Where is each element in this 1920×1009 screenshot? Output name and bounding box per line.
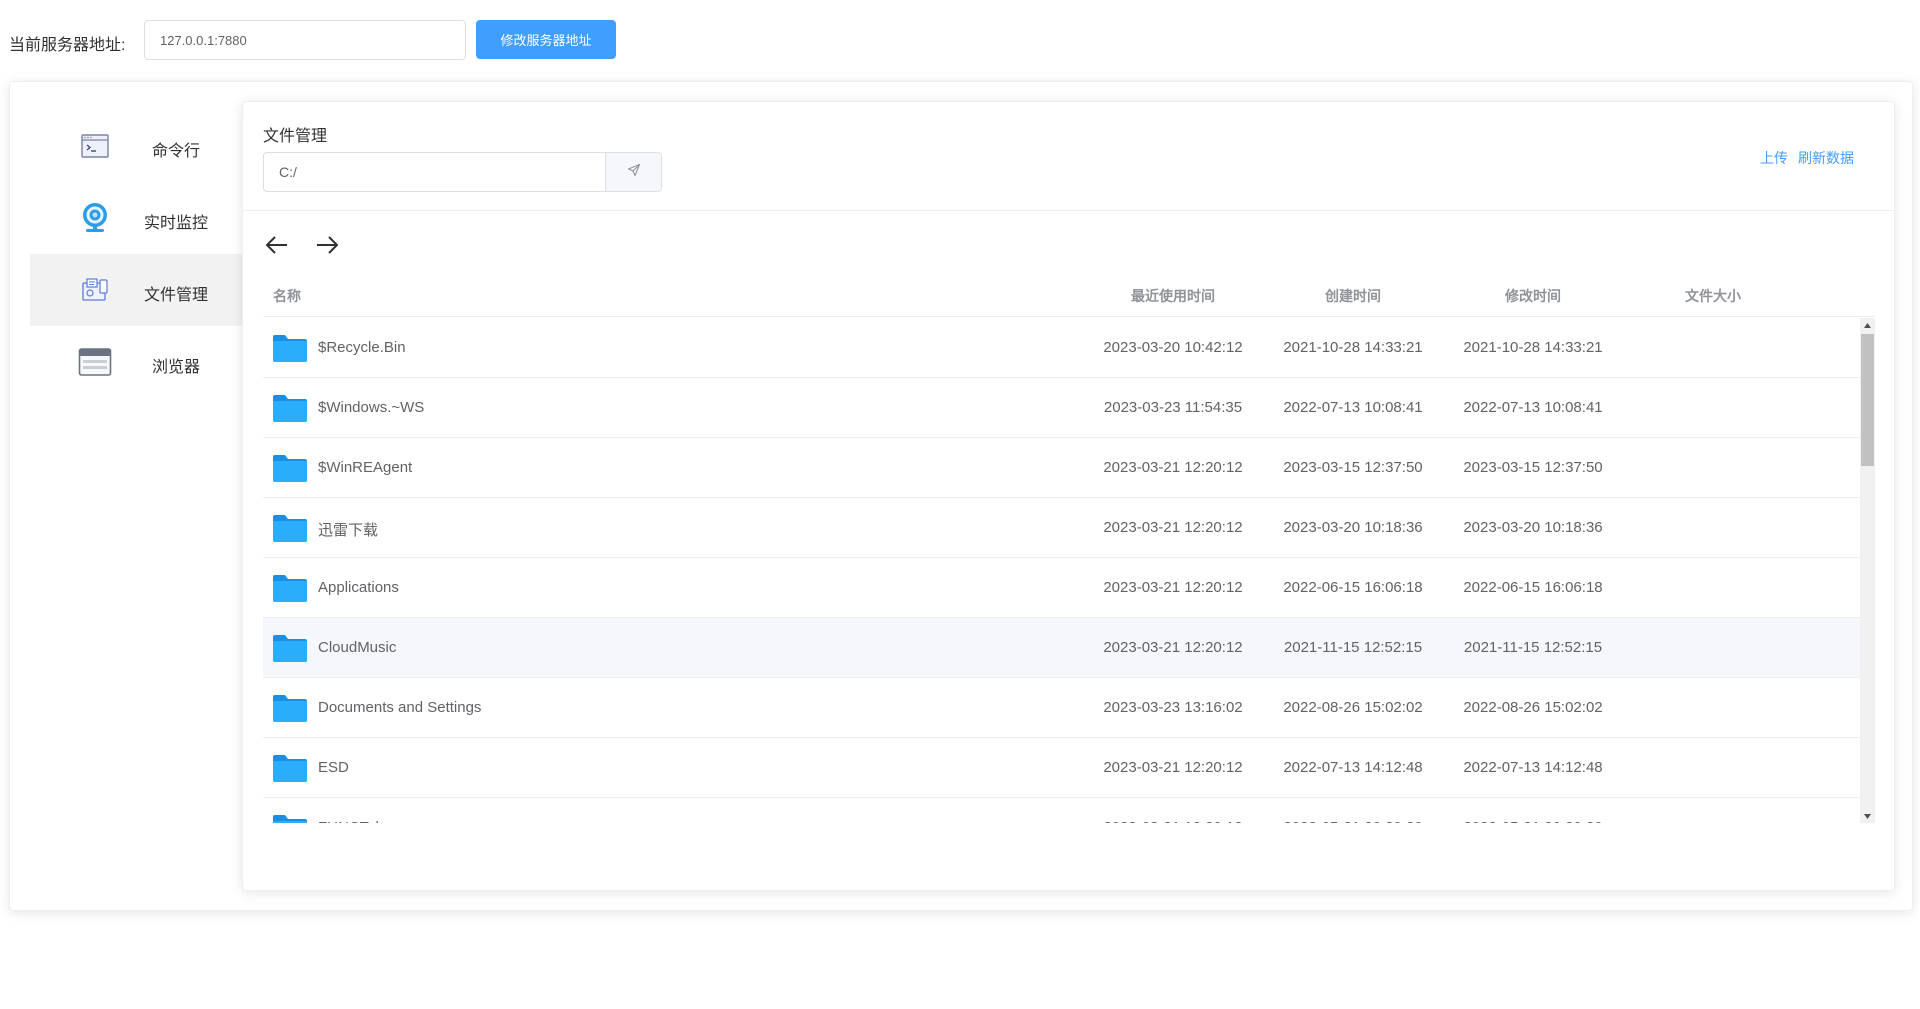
table-row[interactable]: ESD 2023-03-21 12:20:12 2022-07-13 14:12:4… — [263, 738, 1875, 798]
table-header: 名称 最近使用时间 创建时间 修改时间 文件大小 — [263, 272, 1875, 317]
column-header-last-used[interactable]: 最近使用时间 — [1083, 286, 1263, 306]
modified-time: 2022-05-21 20:20:20 — [1443, 819, 1623, 823]
file-name: ESD — [318, 759, 349, 776]
table-row[interactable]: $Recycle.Bin 2023-03-20 10:42:12 2021-10-2… — [263, 318, 1875, 378]
last-used-time: 2023-03-23 13:16:02 — [1103, 699, 1243, 716]
modified-time: 2023-03-20 10:18:36 — [1463, 519, 1603, 536]
file-name: 迅雷下载 — [318, 522, 379, 539]
server-bar: 当前服务器地址: 修改服务器地址 — [0, 0, 1920, 80]
browser-window-icon — [78, 346, 112, 378]
column-header-modified[interactable]: 修改时间 — [1443, 286, 1623, 306]
created-time: 2021-10-28 14:33:21 — [1283, 339, 1423, 356]
table-body[interactable]: $Recycle.Bin 2023-03-20 10:42:12 2021-10-2… — [263, 318, 1875, 823]
terminal-icon — [78, 130, 112, 162]
sidebar-item-terminal[interactable]: 命令行 — [30, 110, 242, 182]
table-row[interactable]: FUNCTel2023-03-21 12:20:122022-05-21 20:… — [263, 798, 1875, 823]
created-time: 2022-08-26 15:02:02 — [1283, 699, 1423, 716]
history-navigation — [263, 233, 341, 257]
file-name: $Recycle.Bin — [318, 339, 406, 356]
page-title: 文件管理 — [263, 128, 328, 145]
last-used-time: 2023-03-21 12:20:12 — [1103, 759, 1243, 776]
modified-time: 2022-07-13 10:08:41 — [1463, 399, 1603, 416]
path-input[interactable] — [263, 152, 606, 192]
created-time: 2022-06-15 16:06:18 — [1283, 579, 1423, 596]
folder-icon — [272, 813, 308, 823]
table-row[interactable]: Documents and Settings 2023-03-23 13:16:0… — [263, 678, 1875, 738]
file-manager-panel: 文件管理 上传 刷新数据 — [242, 101, 1895, 891]
created-time: 2022-07-13 14:12:48 — [1283, 759, 1423, 776]
scrollbar-thumb[interactable] — [1861, 334, 1874, 466]
created-time: 2021-11-15 12:52:15 — [1283, 639, 1423, 656]
sidebar-item-label: 命令行 — [151, 143, 200, 160]
folder-icon — [272, 393, 308, 423]
forward-arrow-icon[interactable] — [313, 233, 341, 257]
table-row[interactable]: Applications 2023-03-21 12:20:12 2022-06-1… — [263, 558, 1875, 618]
modified-time: 2022-07-13 14:12:48 — [1463, 759, 1603, 776]
sidebar: 命令行 实时监控 文件管理 浏览器 — [30, 110, 242, 398]
sidebar-item-label: 实时监控 — [143, 215, 208, 232]
folder-icon — [272, 753, 308, 783]
table-row[interactable]: 迅雷下载 2023-03-21 12:20:12 2023-03-20 10:18:… — [263, 498, 1875, 558]
folder-icon — [272, 333, 308, 363]
folder-icon — [272, 513, 308, 543]
back-arrow-icon[interactable] — [263, 233, 291, 257]
folder-icon — [272, 633, 308, 663]
server-address-input[interactable] — [144, 20, 466, 60]
webcam-icon — [78, 202, 112, 234]
folder-icon — [272, 573, 308, 603]
file-manager-header: 文件管理 上传 刷新数据 — [243, 102, 1894, 211]
file-name: Documents and Settings — [318, 699, 482, 716]
file-table: 名称 最近使用时间 创建时间 修改时间 文件大小 $Recycle.Bin 202… — [263, 272, 1875, 823]
scroll-up-icon[interactable] — [1860, 318, 1875, 332]
server-address-label: 当前服务器地址: — [9, 37, 126, 54]
path-go-button[interactable] — [605, 152, 662, 192]
file-manager-icon — [78, 274, 112, 306]
last-used-time: 2023-03-23 11:54:35 — [1103, 399, 1243, 416]
sidebar-item-file-manager[interactable]: 文件管理 — [30, 254, 242, 326]
file-name: $Windows.~WS — [318, 399, 425, 416]
last-used-time: 2023-03-21 12:20:12 — [1083, 819, 1263, 823]
created-time: 2022-07-13 10:08:41 — [1283, 399, 1423, 416]
file-name: FUNCTel — [318, 819, 379, 823]
modified-time: 2021-11-15 12:52:15 — [1463, 639, 1603, 656]
modified-time: 2023-03-15 12:37:50 — [1463, 459, 1603, 476]
column-header-size[interactable]: 文件大小 — [1623, 286, 1803, 306]
table-row[interactable]: $WinREAgent 2023-03-21 12:20:12 2023-03-15… — [263, 438, 1875, 498]
sidebar-item-label: 文件管理 — [143, 287, 208, 304]
file-name: $WinREAgent — [318, 459, 413, 476]
modified-time: 2022-06-15 16:06:18 — [1463, 579, 1603, 596]
created-time: 2023-03-20 10:18:36 — [1283, 519, 1423, 536]
main-panel: 命令行 实时监控 文件管理 浏览器 文件管理 C:/ 上传 刷新数据 名称 最近… — [9, 81, 1913, 911]
sidebar-item-monitor[interactable]: 实时监控 — [30, 182, 242, 254]
table-scrollbar[interactable] — [1860, 318, 1875, 823]
send-icon — [627, 163, 641, 182]
header-actions: 上传 刷新数据 — [1760, 148, 1854, 168]
last-used-time: 2023-03-21 12:20:12 — [1103, 459, 1243, 476]
last-used-time: 2023-03-20 10:42:12 — [1103, 339, 1243, 356]
modified-time: 2022-08-26 15:02:02 — [1463, 699, 1603, 716]
column-header-created[interactable]: 创建时间 — [1263, 286, 1443, 306]
file-name: Applications — [318, 579, 399, 596]
column-header-name[interactable]: 名称 — [273, 286, 301, 306]
table-row[interactable]: $Windows.~WS 2023-03-23 11:54:35 2022-07-1… — [263, 378, 1875, 438]
path-input-group — [263, 152, 662, 192]
last-used-time: 2023-03-21 12:20:12 — [1103, 579, 1243, 596]
table-row[interactable]: CloudMusic 2023-03-21 12:20:12 2021-11-15 … — [263, 618, 1875, 678]
file-name: CloudMusic — [318, 639, 397, 656]
upload-link[interactable]: 上传 — [1760, 148, 1788, 168]
refresh-data-link[interactable]: 刷新数据 — [1798, 148, 1854, 168]
sidebar-item-browser[interactable]: 浏览器 — [30, 326, 242, 398]
scroll-down-icon[interactable] — [1860, 809, 1875, 823]
modified-time: 2021-10-28 14:33:21 — [1463, 339, 1603, 356]
sidebar-item-label: 浏览器 — [151, 359, 200, 376]
change-server-button[interactable]: 修改服务器地址 — [476, 20, 616, 59]
last-used-time: 2023-03-21 12:20:12 — [1103, 519, 1243, 536]
created-time: 2022-05-21 20:20:20 — [1263, 819, 1443, 823]
folder-icon — [272, 693, 308, 723]
created-time: 2023-03-15 12:37:50 — [1283, 459, 1423, 476]
last-used-time: 2023-03-21 12:20:12 — [1103, 639, 1243, 656]
folder-icon — [272, 453, 308, 483]
